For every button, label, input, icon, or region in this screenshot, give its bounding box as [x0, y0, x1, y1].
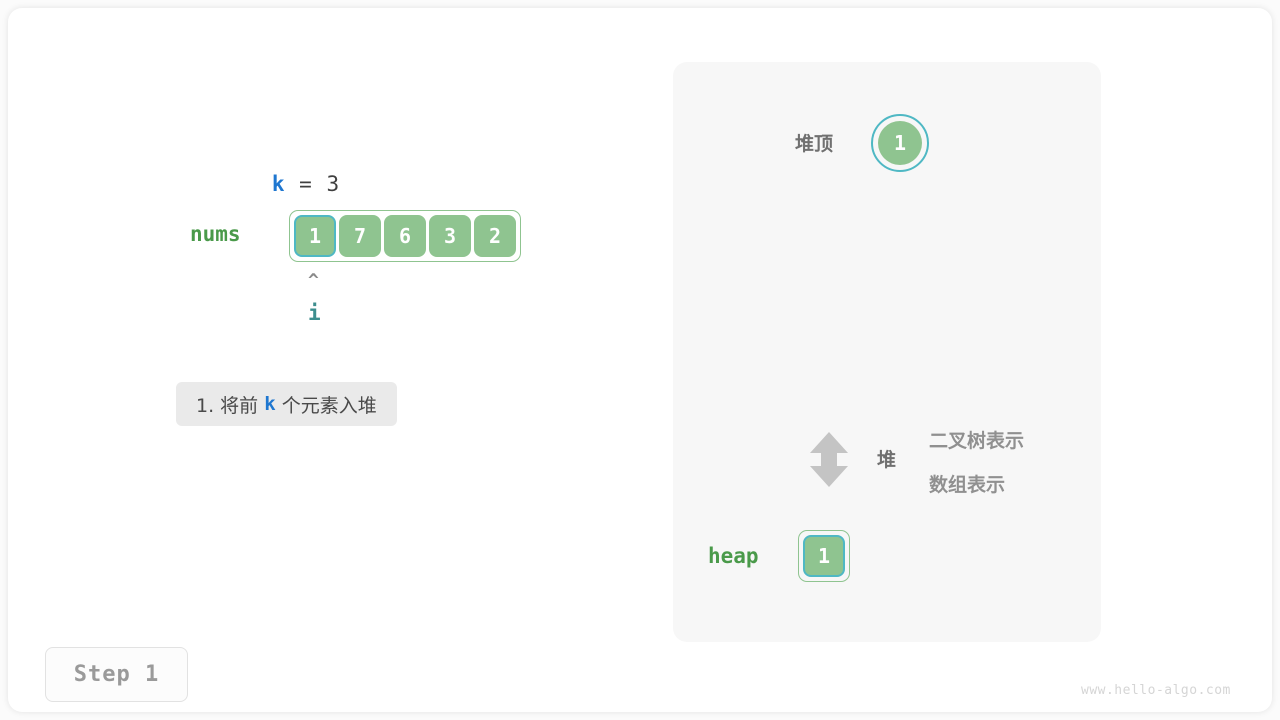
heap-top-node: 1	[871, 114, 929, 172]
caption-box: 1. 将前 k 个元素入堆	[176, 382, 397, 426]
pointer-label-i: i	[308, 301, 321, 325]
pointer-caret-icon: ^	[308, 270, 319, 291]
nums-array: 17632	[289, 210, 521, 262]
heap-array: 1	[798, 530, 850, 582]
relation-label-heap: 堆	[877, 449, 897, 471]
nums-cell: 2	[474, 215, 516, 257]
double-arrow-icon	[808, 432, 850, 487]
nums-label: nums	[190, 222, 241, 246]
caption-suffix: 个元素入堆	[275, 394, 377, 417]
page-card: k = 3 nums 17632 ^ i 1. 将前 k 个元素入堆 堆顶 1 …	[8, 8, 1272, 712]
caption-prefix: 1. 将前	[196, 394, 265, 417]
heap-top-node-value: 1	[878, 121, 922, 165]
k-variable-value: = 3	[285, 172, 341, 196]
step-badge: Step 1	[45, 647, 188, 702]
nums-cell: 3	[429, 215, 471, 257]
k-variable-name: k	[271, 172, 286, 196]
caption-keyword: k	[264, 393, 276, 415]
nums-cell: 6	[384, 215, 426, 257]
nums-cell: 1	[294, 215, 336, 257]
representation-binary-tree: 二叉树表示	[929, 430, 1025, 452]
heap-label: heap	[708, 544, 759, 568]
heap-cell: 1	[803, 535, 845, 577]
representation-array: 数组表示	[929, 474, 1006, 496]
heap-top-label: 堆顶	[795, 133, 834, 155]
watermark: www.hello-algo.com	[1081, 683, 1231, 698]
screenshot-canvas: k = 3 nums 17632 ^ i 1. 将前 k 个元素入堆 堆顶 1 …	[0, 0, 1280, 720]
nums-cell: 7	[339, 215, 381, 257]
